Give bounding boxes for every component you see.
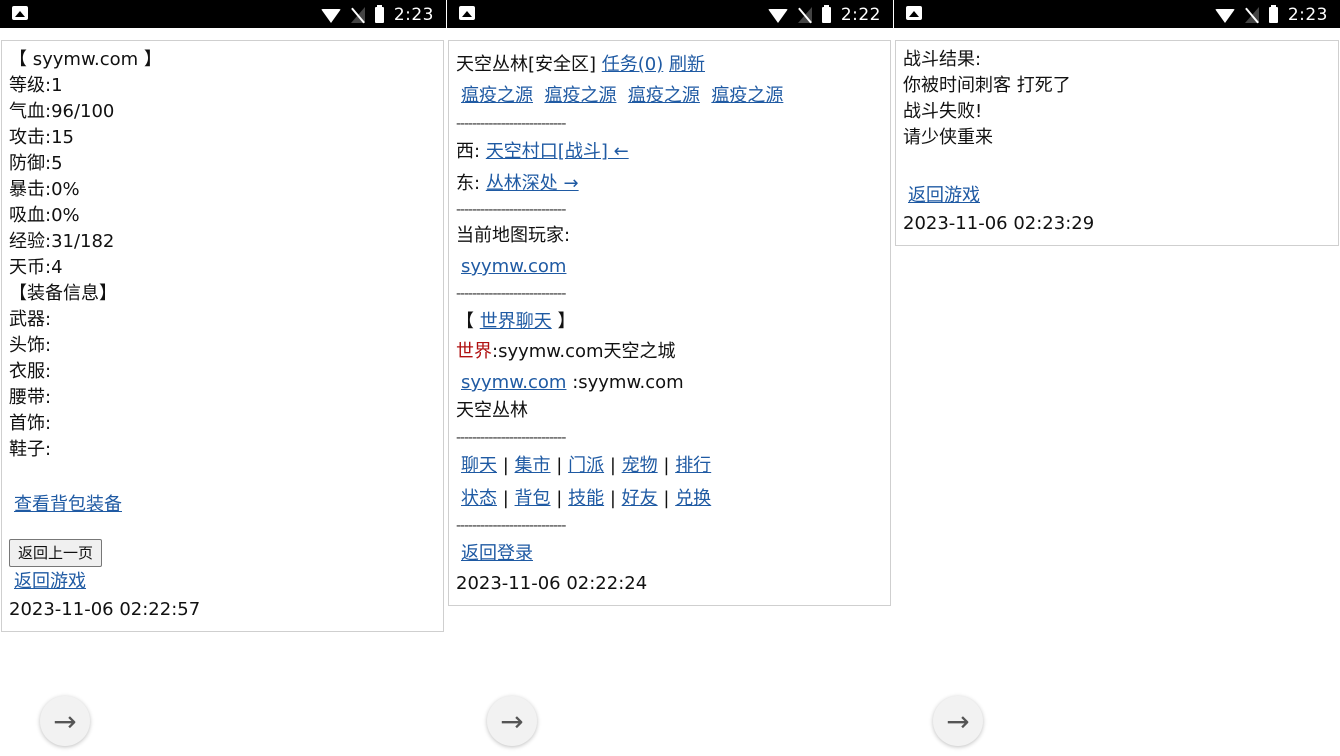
menu-pet[interactable]: 宠物: [622, 455, 658, 476]
back-button[interactable]: 返回上一页: [9, 539, 103, 567]
menu-sect[interactable]: 门派: [568, 455, 604, 476]
next-arrow-icon[interactable]: →: [40, 696, 90, 746]
return-login-link[interactable]: 返回登录: [461, 543, 533, 564]
wifi-icon: [1214, 9, 1235, 23]
equip-jewelry: 首饰:: [9, 413, 52, 434]
separator: ---------------------------: [456, 430, 566, 446]
stat-level: 等级:1: [9, 75, 63, 96]
status-bar: 2:23: [894, 0, 1340, 28]
players-label: 当前地图玩家:: [456, 225, 571, 246]
battery-icon: [1268, 5, 1278, 23]
location-name: 天空丛林[安全区]: [456, 54, 597, 75]
status-bar: 2:23: [0, 0, 446, 28]
refresh-link[interactable]: 刷新: [669, 54, 705, 75]
stat-line: 【 syymw.com 】: [9, 49, 162, 70]
map-panel: 天空丛林[安全区] 任务(0) 刷新 瘟疫之源 瘟疫之源 瘟疫之源 瘟疫之源 -…: [448, 40, 891, 606]
equip-weapon: 武器:: [9, 309, 52, 330]
monster-link[interactable]: 瘟疫之源: [628, 85, 700, 106]
separator: ---------------------------: [456, 202, 566, 218]
separator: ---------------------------: [456, 116, 566, 132]
monster-link[interactable]: 瘟疫之源: [461, 85, 533, 106]
battle-result-line: 请少侠重来: [903, 127, 993, 148]
monster-link[interactable]: 瘟疫之源: [711, 85, 783, 106]
next-arrow-icon[interactable]: →: [487, 696, 537, 746]
menu-bag[interactable]: 背包: [515, 488, 551, 509]
player-link[interactable]: syymw.com: [461, 256, 566, 277]
menu-exchange[interactable]: 兑换: [675, 488, 711, 509]
character-panel: 【 syymw.com 】 等级:1 气血:96/100 攻击:15 防御:5 …: [1, 40, 444, 632]
chat-bracket-open: 【: [456, 311, 474, 332]
clock: 2:23: [1287, 5, 1328, 25]
equip-clothes: 衣服:: [9, 361, 52, 382]
battle-result-line: 你被时间刺客 打死了: [903, 75, 1071, 96]
chat-user-message-cont: 天空丛林: [456, 400, 528, 421]
battery-icon: [821, 5, 831, 23]
view-bag-link[interactable]: 查看背包装备: [14, 494, 122, 515]
screen-map: 2:22 天空丛林[安全区] 任务(0) 刷新 瘟疫之源 瘟疫之源 瘟疫之源 瘟…: [447, 0, 893, 756]
menu-market[interactable]: 集市: [515, 455, 551, 476]
image-notification-icon: [459, 6, 475, 20]
battle-result-title: 战斗结果:: [903, 49, 982, 70]
equip-head: 头饰:: [9, 335, 52, 356]
menu-friend[interactable]: 好友: [622, 488, 658, 509]
screen-character: 2:23 【 syymw.com 】 等级:1 气血:96/100 攻击:15 …: [0, 0, 446, 756]
stat-attack: 攻击:15: [9, 127, 74, 148]
image-notification-icon: [12, 6, 28, 20]
world-message: :syymw.com天空之城: [492, 341, 676, 362]
no-signal-icon: [797, 7, 812, 23]
monster-link[interactable]: 瘟疫之源: [544, 85, 616, 106]
equip-belt: 腰带:: [9, 387, 52, 408]
stat-coins: 天币:4: [9, 257, 63, 278]
no-signal-icon: [1244, 7, 1259, 23]
battle-result-line: 战斗失败!: [903, 101, 983, 122]
battery-icon: [374, 5, 384, 23]
wifi-icon: [320, 9, 341, 23]
chat-user-link[interactable]: syymw.com: [461, 372, 566, 393]
stat-hp: 气血:96/100: [9, 101, 115, 122]
status-bar: 2:22: [447, 0, 893, 28]
timestamp: 2023-11-06 02:23:29: [903, 213, 1095, 234]
clock: 2:23: [393, 5, 434, 25]
battle-result-panel: 战斗结果: 你被时间刺客 打死了 战斗失败! 请少侠重来 返回游戏 2023-1…: [895, 40, 1339, 246]
equip-shoes: 鞋子:: [9, 439, 52, 460]
menu-status[interactable]: 状态: [461, 488, 497, 509]
menu-row-1: 聊天 | 集市 | 门派 | 宠物 | 排行: [461, 455, 712, 476]
no-signal-icon: [350, 7, 365, 23]
west-label: 西:: [456, 141, 481, 162]
task-link[interactable]: 任务(0): [602, 54, 664, 75]
menu-skill[interactable]: 技能: [568, 488, 604, 509]
menu-rank[interactable]: 排行: [675, 455, 711, 476]
equipment-heading: 【装备信息】: [9, 283, 117, 304]
return-game-link[interactable]: 返回游戏: [14, 571, 86, 592]
stat-exp: 经验:31/182: [9, 231, 115, 252]
world-chat-link[interactable]: 世界聊天: [480, 311, 552, 332]
chat-bracket-close: 】: [557, 311, 576, 332]
chat-user-message: :syymw.com: [572, 372, 684, 393]
east-exit-link[interactable]: 丛林深处 →: [486, 173, 579, 194]
west-exit-link[interactable]: 天空村口[战斗] ←: [486, 141, 629, 162]
stat-lifesteal: 吸血:0%: [9, 205, 80, 226]
screen-battle-result: 2:23 战斗结果: 你被时间刺客 打死了 战斗失败! 请少侠重来 返回游戏 2…: [894, 0, 1340, 756]
clock: 2:22: [840, 5, 881, 25]
east-label: 东:: [456, 173, 481, 194]
menu-row-2: 状态 | 背包 | 技能 | 好友 | 兑换: [461, 488, 712, 509]
separator: ---------------------------: [456, 518, 566, 534]
timestamp: 2023-11-06 02:22:57: [9, 599, 201, 620]
timestamp: 2023-11-06 02:22:24: [456, 573, 648, 594]
return-game-link[interactable]: 返回游戏: [908, 185, 980, 206]
wifi-icon: [767, 9, 788, 23]
image-notification-icon: [906, 6, 922, 20]
stat-crit: 暴击:0%: [9, 179, 80, 200]
next-arrow-icon[interactable]: →: [933, 696, 983, 746]
world-label: 世界: [456, 341, 492, 362]
menu-chat[interactable]: 聊天: [461, 455, 497, 476]
stat-defense: 防御:5: [9, 153, 63, 174]
separator: ---------------------------: [456, 286, 566, 302]
